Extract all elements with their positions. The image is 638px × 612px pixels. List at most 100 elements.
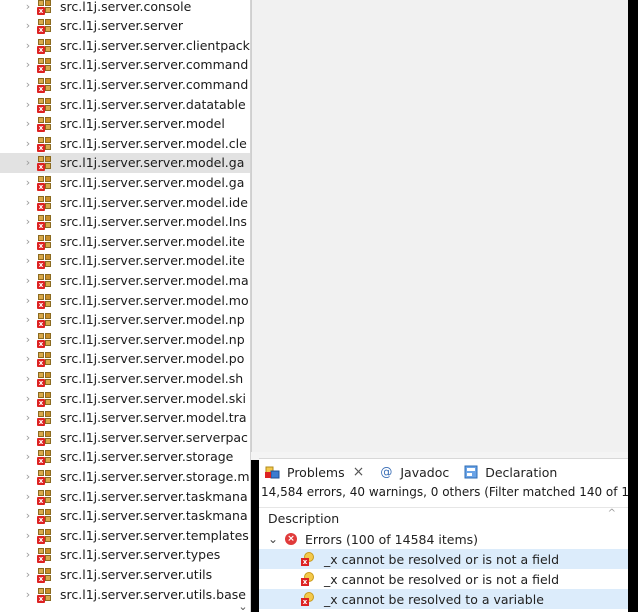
chevron-right-icon[interactable]: › — [23, 313, 33, 326]
problems-summary: 14,584 errors, 40 warnings, 0 others (Fi… — [261, 485, 628, 499]
tab-declaration[interactable]: Declaration — [463, 460, 557, 484]
tree-item[interactable]: › x src.l1j.server.server.model.sh — [0, 368, 250, 388]
chevron-right-icon[interactable]: › — [23, 392, 33, 405]
problem-row[interactable]: x _x cannot be resolved or is not a field — [259, 569, 628, 589]
chevron-right-icon[interactable]: › — [23, 568, 33, 581]
chevron-right-icon[interactable]: › — [23, 490, 33, 503]
problems-icon — [265, 465, 281, 479]
tree-item[interactable]: › x src.l1j.server.server.model.np — [0, 329, 250, 349]
errors-group-row[interactable]: ⌄ × Errors (100 of 14584 items) — [259, 529, 628, 549]
chevron-right-icon[interactable]: › — [23, 411, 33, 424]
chevron-right-icon[interactable]: › — [23, 235, 33, 248]
package-error-icon: x — [37, 253, 52, 270]
tree-item[interactable]: › x src.l1j.server.server.templates — [0, 525, 250, 545]
package-error-icon: x — [37, 449, 52, 466]
chevron-right-icon[interactable]: › — [23, 431, 33, 444]
package-explorer-tree: › x src.l1j.server.console › x src.l1j.server… — [0, 0, 251, 612]
chevron-right-icon[interactable]: › — [23, 196, 33, 209]
tree-item[interactable]: › x src.l1j.server.server.model.ga — [0, 152, 250, 173]
chevron-right-icon[interactable]: › — [23, 352, 33, 365]
tree-item[interactable]: › x src.l1j.server.server.clientpack — [0, 35, 250, 55]
tree-item[interactable]: › x src.l1j.server.server.model.np — [0, 310, 250, 330]
tree-item[interactable]: › x src.l1j.server.console — [0, 0, 250, 16]
tree-item[interactable]: › x src.l1j.server.server.model.Ins — [0, 212, 250, 232]
tree-item-label: src.l1j.server.server.model.po — [60, 351, 245, 367]
chevron-right-icon[interactable]: › — [23, 58, 33, 71]
tree-item[interactable]: › x src.l1j.server.server — [0, 16, 250, 36]
tree-item[interactable]: › x src.l1j.server.server.utils.base — [0, 584, 250, 604]
tree-item[interactable]: › x src.l1j.server.server.taskmana — [0, 486, 250, 506]
chevron-right-icon[interactable]: › — [23, 98, 33, 111]
tree-item[interactable]: › x src.l1j.server.server.model.ma — [0, 270, 250, 290]
tree-item[interactable]: › x src.l1j.server.server.command — [0, 74, 250, 94]
chevron-right-icon[interactable]: › — [23, 19, 33, 32]
chevron-right-icon[interactable]: › — [23, 137, 33, 150]
chevron-right-icon[interactable]: › — [23, 470, 33, 483]
chevron-right-icon[interactable]: › — [23, 509, 33, 522]
tree-item[interactable]: › x src.l1j.server.server.datatable — [0, 94, 250, 114]
editor-area[interactable] — [251, 0, 628, 452]
package-error-icon: x — [37, 293, 52, 309]
tree-item-label: src.l1j.server.server.command — [60, 76, 249, 92]
tree-item[interactable]: › x src.l1j.server.server.storage — [0, 447, 250, 467]
tab-problems[interactable]: Problems × — [265, 460, 364, 484]
tree-item-label: src.l1j.server.server.model.ski — [60, 390, 247, 406]
chevron-right-icon[interactable]: › — [23, 156, 33, 169]
tree-item-label: src.l1j.server.server.datatable — [60, 96, 246, 112]
tree-item[interactable]: › x src.l1j.server.server.serverpac — [0, 427, 250, 447]
tree-item[interactable]: › x src.l1j.server.server.model.cle — [0, 133, 250, 153]
tree-item-label: src.l1j.server.server.model.cle — [60, 135, 247, 151]
chevron-right-icon[interactable]: › — [23, 176, 33, 189]
tree-item-label: src.l1j.server.server — [60, 18, 184, 34]
chevron-right-icon[interactable]: › — [23, 0, 33, 13]
tree-item[interactable]: › x src.l1j.server.server.command — [0, 55, 250, 75]
close-icon[interactable]: × — [353, 464, 365, 480]
chevron-right-icon[interactable]: › — [23, 333, 33, 346]
problem-row[interactable]: x _x cannot be resolved or is not a field — [259, 549, 628, 569]
tree-item-label: src.l1j.server.server.model.ga — [60, 174, 245, 190]
package-error-icon: x — [37, 57, 52, 74]
tree-item[interactable]: › x src.l1j.server.server.model — [0, 114, 250, 134]
tree-item[interactable]: › x src.l1j.server.server.taskmana — [0, 506, 250, 526]
chevron-right-icon[interactable]: › — [23, 588, 33, 601]
chevron-right-icon[interactable]: › — [23, 529, 33, 542]
tree-item[interactable]: › x src.l1j.server.server.model.po — [0, 349, 250, 369]
tree-item-label: src.l1j.server.server.model.sh — [60, 370, 244, 386]
declaration-icon — [463, 465, 479, 479]
tree-item[interactable]: › x src.l1j.server.server.model.ite — [0, 251, 250, 271]
chevron-right-icon[interactable]: › — [23, 117, 33, 130]
tree-item[interactable]: › x src.l1j.server.server.model.ide — [0, 192, 250, 212]
tree-item[interactable]: › x src.l1j.server.server.model.mo — [0, 290, 250, 310]
tab-javadoc[interactable]: @ Javadoc — [378, 460, 449, 484]
chevron-down-icon[interactable]: ⌄ — [268, 532, 280, 546]
package-error-icon: x — [37, 391, 52, 407]
chevron-right-icon[interactable]: › — [23, 548, 33, 561]
tree-item[interactable]: › x src.l1j.server.server.model.ga — [0, 172, 250, 192]
tree-item[interactable]: › x src.l1j.server.server.model.ite — [0, 231, 250, 251]
chevron-right-icon[interactable]: › — [23, 294, 33, 307]
tree-item-label: src.l1j.server.server.model.mo — [60, 292, 249, 308]
tree-item-label: src.l1j.server.server.model.np — [60, 331, 245, 347]
sort-caret-icon: ^ — [607, 508, 616, 519]
tab-problems-label: Problems — [287, 464, 345, 480]
tree-item-label: src.l1j.server.server.taskmana — [60, 508, 248, 524]
package-error-icon: x — [37, 214, 52, 231]
chevron-right-icon[interactable]: › — [23, 215, 33, 228]
tree-item[interactable]: › x src.l1j.server.server.types — [0, 545, 250, 565]
chevron-right-icon[interactable]: › — [23, 450, 33, 463]
chevron-right-icon[interactable]: › — [23, 78, 33, 91]
chevron-right-icon[interactable]: › — [23, 39, 33, 52]
chevron-right-icon[interactable]: › — [23, 372, 33, 385]
description-column-header[interactable]: Description ^ — [259, 507, 628, 529]
tree-item-label: src.l1j.server.server.utils — [60, 566, 213, 582]
problem-row[interactable]: x _x cannot be resolved to a variable — [259, 589, 628, 609]
tree-item[interactable]: › x src.l1j.server.server.model.ski — [0, 388, 250, 408]
tree-item[interactable]: › x src.l1j.server.server.utils — [0, 564, 250, 584]
tree-scroll-down-icon[interactable]: ⌄ — [236, 600, 250, 612]
tree-item-label: src.l1j.server.server.utils.base — [60, 586, 246, 602]
chevron-right-icon[interactable]: › — [23, 254, 33, 267]
tree-item[interactable]: › x src.l1j.server.server.model.tra — [0, 408, 250, 428]
chevron-right-icon[interactable]: › — [23, 274, 33, 287]
problem-description: _x cannot be resolved or is not a field — [324, 571, 560, 587]
tree-item[interactable]: › x src.l1j.server.server.storage.m — [0, 466, 250, 486]
